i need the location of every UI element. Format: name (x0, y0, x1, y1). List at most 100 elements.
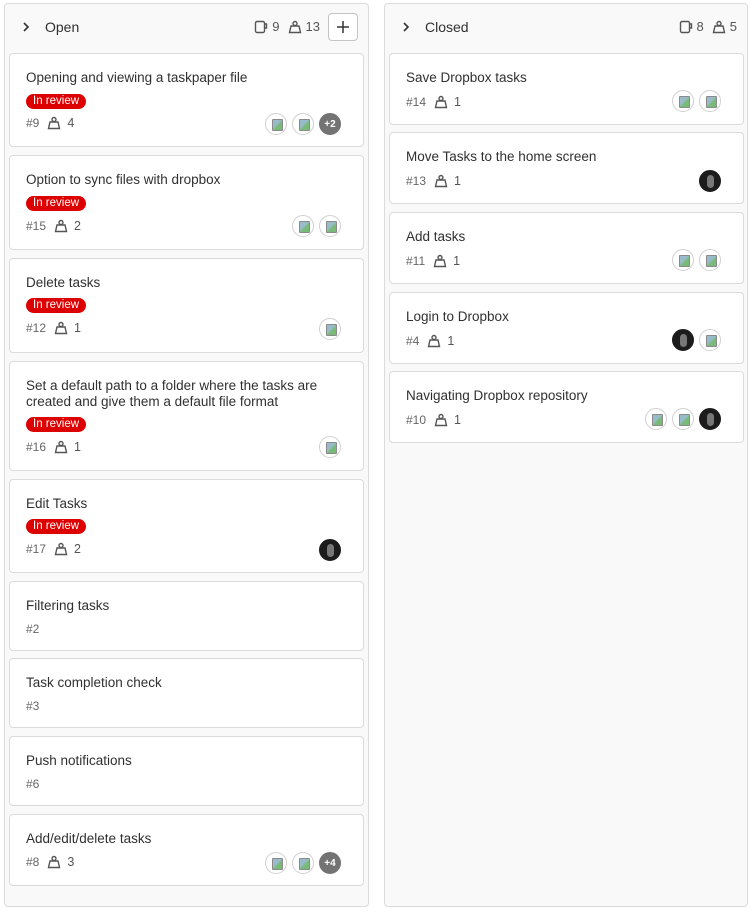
issue-meta: #13 1 (406, 174, 461, 188)
issue-card[interactable]: Set a default path to a folder where the… (9, 361, 364, 471)
chevron-right-icon[interactable] (19, 20, 33, 34)
issue-weight: 1 (74, 321, 81, 335)
weight-count: 5 (712, 19, 737, 34)
issue-meta: #17 2 (26, 542, 81, 556)
issue-title[interactable]: Opening and viewing a taskpaper file (26, 70, 347, 86)
weight-icon (54, 321, 68, 335)
issue-title[interactable]: Option to sync files with dropbox (26, 172, 347, 188)
issue-number: #15 (26, 219, 47, 233)
issue-number: #8 (26, 855, 40, 869)
issue-meta: #4 1 (406, 334, 454, 348)
avatar[interactable] (699, 170, 721, 192)
label-badge[interactable]: In review (26, 519, 87, 534)
avatar[interactable] (672, 249, 694, 271)
avatar[interactable] (292, 852, 314, 874)
label-badge[interactable]: In review (26, 298, 87, 313)
issue-card[interactable]: Push notifications #6 (9, 736, 364, 806)
issue-card[interactable]: Task completion check #3 (9, 658, 364, 728)
assignees (314, 539, 341, 561)
chevron-right-icon[interactable] (399, 20, 413, 34)
issue-title[interactable]: Login to Dropbox (406, 309, 727, 325)
issue-weight: 1 (454, 95, 461, 109)
issue-weight: 4 (67, 116, 75, 130)
weight-icon (433, 254, 447, 268)
issue-card[interactable]: Filtering tasks #2 (9, 581, 364, 651)
issue-title[interactable]: Set a default path to a folder where the… (26, 378, 347, 410)
issue-meta: #11 1 (406, 254, 460, 268)
label-badge[interactable]: In review (26, 196, 87, 211)
issue-number: #16 (26, 440, 47, 454)
assignees (667, 329, 721, 351)
issue-title[interactable]: Filtering tasks (26, 598, 347, 614)
assignees (314, 436, 341, 458)
avatar[interactable] (265, 113, 287, 135)
label-badge[interactable]: In review (26, 417, 87, 432)
issue-meta: #16 1 (26, 440, 81, 454)
add-issue-button[interactable] (328, 12, 358, 41)
issue-title[interactable]: Move Tasks to the home screen (406, 149, 727, 165)
avatar[interactable] (699, 249, 721, 271)
issue-card[interactable]: Edit Tasks In review #17 2 (9, 479, 364, 573)
weight-icon (712, 20, 726, 33)
issue-meta: #12 1 (26, 321, 81, 335)
issue-weight: 2 (74, 542, 81, 556)
issue-card[interactable]: Move Tasks to the home screen #13 1 (389, 132, 744, 204)
avatar[interactable] (292, 215, 314, 237)
avatar[interactable] (672, 329, 694, 351)
assignees (640, 408, 721, 430)
weight-icon (54, 542, 68, 556)
issue-card[interactable]: Opening and viewing a taskpaper file In … (9, 53, 364, 147)
issue-title[interactable]: Save Dropbox tasks (406, 70, 727, 86)
avatar[interactable] (319, 436, 341, 458)
avatar[interactable] (699, 90, 721, 112)
issue-title[interactable]: Task completion check (26, 675, 347, 691)
assignees (694, 170, 721, 192)
issue-title[interactable]: Delete tasks (26, 275, 347, 291)
issue-weight: 1 (454, 174, 461, 188)
assignees (667, 90, 721, 112)
issue-card[interactable]: Navigating Dropbox repository #10 1 (389, 371, 744, 443)
issue-title[interactable]: Edit Tasks (26, 496, 347, 512)
avatar[interactable] (699, 408, 721, 430)
issue-card[interactable]: Add/edit/delete tasks #8 3 +4 (9, 814, 364, 886)
weight-icon (434, 174, 448, 188)
avatar[interactable] (265, 852, 287, 874)
more-assignees-badge[interactable]: +2 (319, 113, 341, 135)
issue-title[interactable]: Add tasks (406, 229, 727, 245)
issue-card[interactable]: Option to sync files with dropbox In rev… (9, 155, 364, 250)
avatar[interactable] (319, 539, 341, 561)
issue-number: #11 (406, 254, 426, 268)
issue-title[interactable]: Add/edit/delete tasks (26, 831, 347, 847)
issue-number: #10 (406, 413, 427, 427)
issue-card[interactable]: Add tasks #11 1 (389, 212, 744, 284)
board-list-closed: Closed 8 5 Save Dropbox tasks #14 1 Move… (384, 3, 748, 907)
issue-number: #17 (26, 542, 47, 556)
issue-meta: #3 (26, 699, 47, 713)
issue-card[interactable]: Delete tasks In review #12 1 (9, 258, 364, 353)
weight-icon (427, 334, 441, 348)
avatar[interactable] (699, 329, 721, 351)
issue-title[interactable]: Push notifications (26, 753, 347, 769)
issue-card[interactable]: Login to Dropbox #4 1 (389, 292, 744, 364)
issue-number: #13 (406, 174, 427, 188)
issue-meta: #14 1 (406, 95, 461, 109)
avatar[interactable] (319, 318, 341, 340)
issue-meta: #10 1 (406, 413, 461, 427)
avatar[interactable] (319, 215, 341, 237)
avatar[interactable] (672, 408, 694, 430)
issue-number: #9 (26, 116, 40, 130)
issue-weight: 1 (447, 334, 455, 348)
avatar[interactable] (672, 90, 694, 112)
more-assignees-badge[interactable]: +4 (319, 852, 341, 874)
issue-title[interactable]: Navigating Dropbox repository (406, 388, 727, 404)
list-header-open: Open 9 13 (5, 4, 368, 49)
weight-count: 13 (288, 19, 320, 34)
weight-count-value: 5 (729, 19, 737, 34)
issue-card[interactable]: Save Dropbox tasks #14 1 (389, 53, 744, 125)
list-header-closed: Closed 8 5 (385, 4, 747, 49)
weight-icon (54, 440, 68, 454)
avatar[interactable] (645, 408, 667, 430)
avatar[interactable] (292, 113, 314, 135)
label-badge[interactable]: In review (26, 94, 87, 109)
assignees: +2 (260, 113, 341, 135)
